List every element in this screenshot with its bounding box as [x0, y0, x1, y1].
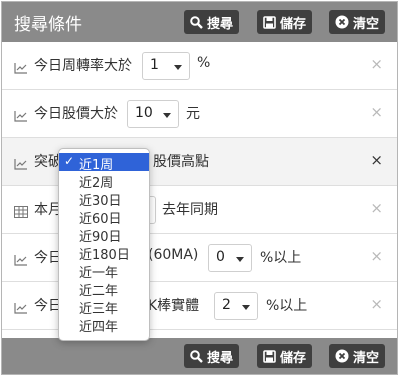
condition-row-price: 今日股價大於 10 元 ×: [2, 90, 397, 138]
dropdown-option[interactable]: 近一年: [59, 261, 149, 281]
clear-button[interactable]: 清空: [329, 10, 386, 34]
remove-row-icon[interactable]: ×: [370, 151, 383, 169]
kbar-select[interactable]: 2: [214, 292, 258, 320]
search-icon: [190, 15, 203, 29]
dropdown-option[interactable]: ✓ 近1周: [59, 153, 149, 173]
dropdown-option[interactable]: 近二年: [59, 279, 149, 299]
dropdown-option[interactable]: 近四年: [59, 315, 149, 335]
save-button-label: 儲存: [280, 16, 307, 32]
save-button[interactable]: 儲存: [257, 10, 313, 34]
period-dropdown-menu: ✓ 近1周 近2周 近30日 近60日 近90日 近180日 近一年 近二年 近…: [58, 148, 150, 341]
remove-row-icon[interactable]: ×: [370, 199, 383, 217]
line-chart-icon: [14, 155, 28, 170]
price-select[interactable]: 10: [127, 100, 179, 128]
caret-down-icon: [242, 305, 250, 310]
condition-mid: K棒實體: [148, 298, 200, 314]
select-value: 10: [135, 105, 153, 121]
remove-row-icon[interactable]: ×: [370, 55, 383, 73]
caret-down-icon: [174, 65, 182, 70]
condition-label: 今日股價大於: [34, 106, 118, 122]
checkmark-icon: ✓: [64, 154, 75, 168]
dropdown-option[interactable]: 近三年: [59, 297, 149, 317]
unit-label: %: [197, 55, 211, 71]
clear-button[interactable]: 清空: [329, 344, 386, 368]
unit-label: 元: [186, 106, 200, 122]
condition-label: 今日周轉率大於: [34, 58, 132, 74]
panel-title: 搜尋條件: [14, 15, 82, 35]
line-chart-icon: [14, 299, 28, 314]
select-value: 0: [216, 249, 225, 265]
condition-mid: (60MA): [148, 247, 199, 263]
remove-row-icon[interactable]: ×: [370, 295, 383, 313]
line-chart-icon: [14, 59, 28, 74]
panel-footer: 搜尋 儲存 清空: [2, 338, 397, 374]
ma-select[interactable]: 0: [208, 244, 252, 272]
remove-row-icon[interactable]: ×: [370, 103, 383, 121]
search-button-label: 搜尋: [207, 16, 234, 32]
condition-suffix: 去年同期: [162, 202, 218, 218]
floppy-disk-icon: [263, 15, 276, 29]
line-chart-icon: [14, 251, 28, 266]
caret-down-icon: [236, 257, 244, 262]
unit-label: %以上: [266, 298, 308, 314]
search-button[interactable]: 搜尋: [184, 10, 240, 34]
dropdown-option[interactable]: 近60日: [59, 207, 149, 227]
table-icon: [14, 203, 28, 218]
unit-label: %以上: [260, 250, 302, 266]
search-button[interactable]: 搜尋: [184, 344, 240, 368]
select-value: 1: [150, 57, 159, 73]
condition-row-turnover: 今日周轉率大於 1 % ×: [2, 42, 397, 90]
option-label: 近四年: [79, 320, 119, 335]
search-icon: [190, 349, 203, 363]
caret-down-icon: [163, 113, 171, 118]
search-button-label: 搜尋: [207, 350, 234, 366]
dropdown-option[interactable]: 近180日: [59, 243, 149, 263]
clear-circle-icon: [335, 349, 349, 363]
panel-header: 搜尋條件 搜尋 儲存 清空: [2, 2, 397, 42]
clear-circle-icon: [335, 15, 349, 29]
dropdown-option[interactable]: 近30日: [59, 189, 149, 209]
line-chart-icon: [14, 107, 28, 122]
dropdown-option[interactable]: 近90日: [59, 225, 149, 245]
save-button-label: 儲存: [280, 350, 307, 366]
dropdown-option[interactable]: 近2周: [59, 171, 149, 191]
save-button[interactable]: 儲存: [257, 344, 313, 368]
clear-button-label: 清空: [353, 350, 380, 366]
floppy-disk-icon: [263, 349, 276, 363]
condition-suffix: 股價高點: [153, 154, 209, 170]
clear-button-label: 清空: [353, 16, 380, 32]
select-value: 2: [222, 297, 231, 313]
remove-row-icon[interactable]: ×: [370, 247, 383, 265]
turnover-select[interactable]: 1: [142, 52, 190, 80]
